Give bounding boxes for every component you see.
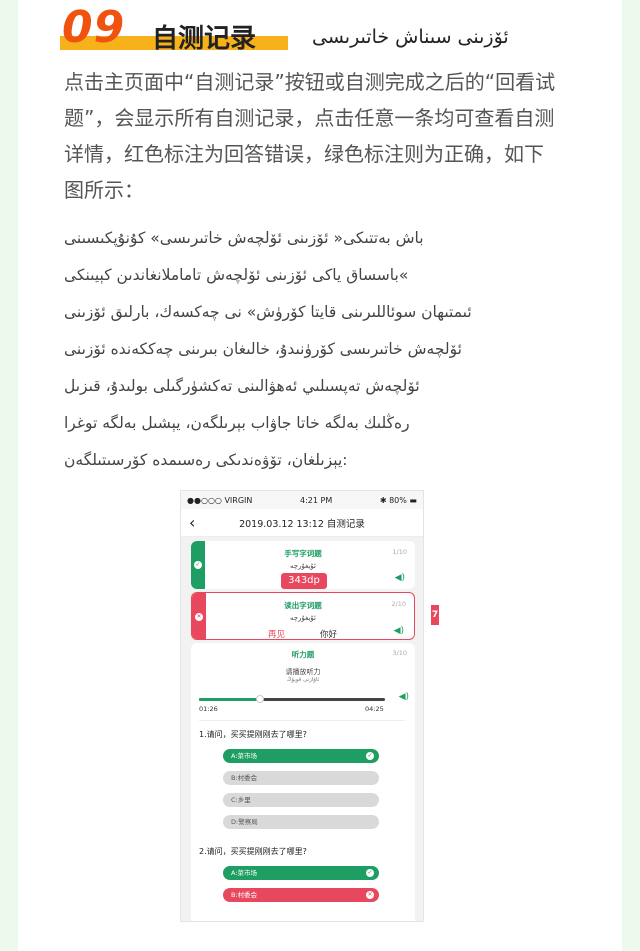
description-line: 详情，红色标注为回答错误，绿色标注则为正确，如下 — [64, 142, 544, 166]
audio-progress-knob[interactable] — [256, 695, 265, 703]
description-ug-line: باش بەتتىكى« ئۆزىنى ئۆلچەش خاتىرىسى» كۇن… — [64, 229, 424, 247]
option-label: A:菜市场 — [231, 869, 258, 877]
side-tag: 7 — [431, 605, 439, 625]
time-elapsed: 01:26 — [199, 705, 218, 713]
time-total: 04:25 — [365, 705, 384, 713]
option-label: C:乡里 — [231, 796, 251, 804]
description-line: 题”，会显示所有自测记录，点击任意一条均可查看自测 — [64, 106, 555, 130]
nav-bar: ‹ 2019.03.12 13:12 自测记录 — [181, 509, 423, 537]
play-label-ug: ئاۋازنى قويۇڭ — [286, 677, 320, 683]
description-ug-line: يېزىلغان، تۆۋەندىكى رەسىمدە كۆرسىتىلگەن: — [64, 451, 348, 469]
card-count: 1/10 — [392, 548, 407, 556]
carrier-label: ●●○○○ VIRGIN — [187, 495, 253, 505]
nav-title: 2019.03.12 13:12 自测记录 — [239, 518, 365, 530]
speaker-icon[interactable]: ◀) — [399, 692, 409, 702]
question-text: 1.请问，买买提刚刚去了哪里? — [199, 730, 307, 739]
close-icon: ✕ — [366, 891, 374, 899]
description-line: 图所示： — [64, 178, 144, 202]
audio-progress-fill — [199, 698, 261, 701]
divider — [199, 720, 405, 721]
option-label: B:村委会 — [231, 891, 258, 899]
option-label: A:菜市场 — [231, 752, 258, 760]
question-text: 2.请问，买买提刚刚去了哪里? — [199, 847, 307, 856]
description-line: 点击主页面中“自测记录”按钮或自测完成之后的“回看试 — [64, 70, 556, 94]
option-wrong[interactable]: B:村委会 ✕ — [223, 888, 379, 902]
play-label: 请播放听力 — [285, 668, 321, 676]
listening-card: 听力题 3/10 请播放听力 ئاۋازنى قويۇڭ ◀) 01:26 04… — [191, 643, 415, 921]
option-label: D:警察局 — [231, 818, 258, 826]
phone-screenshot: ●●○○○ VIRGIN 4:21 PM ✱ 80% ▬ ‹ 2019.03.1… — [180, 490, 424, 922]
question-card-wrong[interactable]: ✕ 读出字词题 2/10 ئۇيغۇرچە 再见 你好 ◀) — [191, 592, 415, 640]
correct-answer: 你好 — [320, 630, 338, 640]
card-title: 手写字词题 — [284, 549, 322, 558]
right-margin — [622, 0, 640, 951]
question-card-correct[interactable]: ✓ 手写字词题 1/10 ئۇيغۇرچە 343dp ◀) — [191, 541, 415, 589]
option-label: B:村委会 — [231, 774, 258, 782]
section-title: 自测记录 — [152, 24, 257, 54]
option[interactable]: B:村委会 — [223, 771, 379, 785]
check-icon: ✓ — [366, 752, 374, 760]
card-ug-text: ئۇيغۇرچە — [290, 614, 316, 622]
audio-progress-bar[interactable] — [199, 695, 385, 703]
speaker-icon[interactable]: ◀) — [395, 573, 405, 583]
section-header: 09 自测记录 ئۆزىنى سىناش خاتىرىسى — [60, 2, 600, 56]
left-margin — [0, 0, 18, 951]
wrong-answer: 再见 — [268, 630, 286, 640]
card-title: 听力题 — [291, 650, 315, 659]
status-bar: ●●○○○ VIRGIN 4:21 PM ✱ 80% ▬ — [181, 491, 423, 509]
card-title: 读出字词题 — [284, 601, 322, 610]
option-correct[interactable]: A:菜市场 ✓ — [223, 866, 379, 880]
back-chevron-icon[interactable]: ‹ — [189, 513, 195, 532]
option[interactable]: C:乡里 — [223, 793, 379, 807]
description-ug-line: ئۆلچەش تەپسىلىي ئەھۋالىنى تەكشۈرگىلى بول… — [64, 377, 420, 395]
description-ug-line: ئۆلچەش خاتىرىسى كۆرۈنىدۇ، خالىغان بىرىنى… — [64, 340, 462, 358]
speaker-icon[interactable]: ◀) — [394, 626, 404, 636]
card-ug-text: ئۇيغۇرچە — [290, 562, 316, 570]
description-ug-line: باسساق ياكى ئۆزىنى ئۆلچەش تاماملانغاندىن… — [64, 266, 409, 284]
option-correct[interactable]: A:菜市场 ✓ — [223, 749, 379, 763]
section-title-ug: ئۆزىنى سىناش خاتىرىسى — [312, 26, 509, 48]
description-ug-line: ئىمتىھان سوئاللىرىنى قايتا كۆرۈش» نى چەك… — [64, 303, 472, 321]
option[interactable]: D:警察局 — [223, 815, 379, 829]
battery-label: ✱ 80% ▬ — [379, 495, 417, 505]
description-ug-line: رەڭلىك بەلگە خاتا جاۋاب بېرىلگەن، يېشىل … — [64, 414, 410, 432]
card-count: 3/10 — [392, 649, 407, 657]
answer-badge: 343dp — [281, 573, 327, 589]
description-ug: باش بەتتىكى« ئۆزىنى ئۆلچەش خاتىرىسى» كۇن… — [64, 220, 594, 479]
clock-label: 4:21 PM — [300, 495, 333, 505]
card-count: 2/10 — [391, 600, 406, 608]
description-zh: 点击主页面中“自测记录”按钮或自测完成之后的“回看试 题”，会显示所有自测记录，… — [64, 64, 594, 208]
section-number: 09 — [62, 2, 126, 53]
check-icon: ✓ — [366, 869, 374, 877]
